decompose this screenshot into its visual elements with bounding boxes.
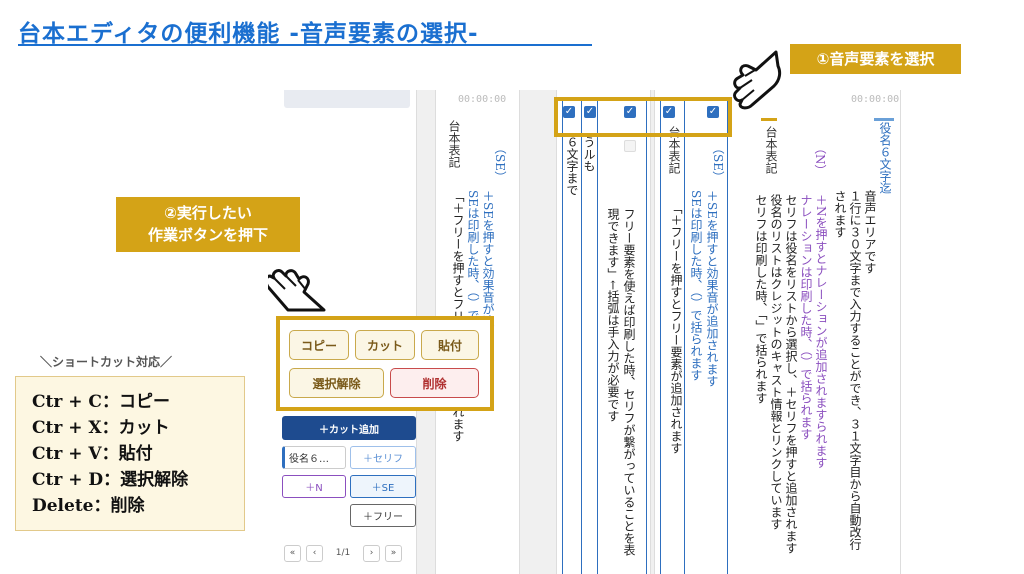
- page2-limit[interactable]: ６文字まで: [564, 136, 579, 196]
- add-free-button[interactable]: ＋フリー: [350, 504, 416, 527]
- page2-free-2[interactable]: 現できます」←括弧は手入力が必要です: [605, 208, 620, 422]
- page1-se-tag[interactable]: （SE）: [492, 142, 507, 183]
- page3-free-desc[interactable]: 「＋フリーを押すとフリー要素が追加されます: [668, 202, 683, 454]
- shortcut-item: Ctr + X：カット: [32, 418, 170, 438]
- role-select[interactable]: 役名６…: [282, 446, 346, 469]
- script-page-3: 00:00:00 ✓ ✓ 台本表記 （SE） ＋SEを押すと効果音が追加されます…: [654, 90, 901, 574]
- pagination: « ‹ 1/1 › »: [284, 542, 412, 564]
- shortcut-item: Ctr + V：貼付: [32, 444, 153, 464]
- step2-line2: 作業ボタンを押下: [147, 226, 268, 244]
- next-page-button[interactable]: ›: [363, 544, 380, 562]
- page3-role-name[interactable]: 役名６文字迄: [877, 122, 892, 194]
- page3-se-tag[interactable]: （SE）: [710, 142, 725, 183]
- unchecked-checkbox-icon[interactable]: [624, 140, 636, 152]
- page3-narration-print[interactable]: ナレーションは印刷した時、（）で括られます: [798, 194, 813, 440]
- page-indicator: 1/1: [335, 548, 351, 558]
- action-buttons-panel: コピー カット 貼付 選択解除 削除: [276, 316, 494, 411]
- cut-button[interactable]: カット: [355, 330, 415, 360]
- title-underline: [18, 44, 592, 46]
- copy-button[interactable]: コピー: [289, 330, 349, 360]
- page3-serif-desc[interactable]: セリフは役名をリストから選択し、＋セリフを押すと追加されます: [783, 194, 798, 554]
- pointing-hand-icon: [268, 269, 326, 312]
- add-cut-button[interactable]: ＋カット追加: [282, 416, 416, 440]
- deselect-button[interactable]: 選択解除: [289, 368, 384, 398]
- page-timecode: 00:00:00: [851, 94, 900, 105]
- shortcut-item: Ctr + D：選択解除: [32, 470, 189, 490]
- step2-callout: ②実行したい 作業ボタンを押下: [116, 197, 300, 252]
- shortcut-heading: ＼ショートカット対応／: [40, 355, 173, 369]
- page3-se-desc2[interactable]: SEは印刷した時、（）で括られます: [688, 190, 703, 381]
- paste-button[interactable]: 貼付: [421, 330, 479, 360]
- delete-button[interactable]: 削除: [390, 368, 479, 398]
- prev-page-button[interactable]: ‹: [306, 544, 323, 562]
- checkbox-highlight: [554, 97, 732, 137]
- sidebar-top-bar: [284, 90, 410, 108]
- add-narration-button[interactable]: ＋N: [282, 475, 346, 498]
- page3-se-desc1[interactable]: ＋SEを押すと効果音が追加されます: [704, 190, 719, 387]
- page3-n-tag[interactable]: （N）: [812, 142, 827, 177]
- page2-free-1[interactable]: フリー要素を使えば印刷した時、セリフが繋がっていることを表: [621, 208, 636, 556]
- page1-label: 台本表記: [447, 120, 461, 168]
- page2-shiru[interactable]: うルも: [581, 136, 596, 172]
- page-timecode: 00:00:00: [458, 94, 507, 105]
- page3-auto-break[interactable]: されます: [832, 190, 847, 238]
- step1-callout: ①音声要素を選択: [790, 44, 961, 74]
- first-page-button[interactable]: «: [284, 544, 301, 562]
- page3-n-desc[interactable]: ＋Nを押すとナレーションが追加されますられます: [813, 194, 828, 469]
- page3-role-list[interactable]: 役名のリストはクレジットのキャスト情報とリンクしています: [768, 194, 783, 530]
- script-page-2: ✓ ✓ ✓ ６文字まで うルも フリー要素を使えば印刷した時、セリフが繋がってい…: [556, 90, 651, 574]
- page3-label-b[interactable]: 台本表記: [763, 126, 778, 174]
- page3-audio-area[interactable]: 音声エリアです: [862, 190, 877, 274]
- shortcut-item: Delete：削除: [32, 496, 145, 516]
- shortcut-item: Ctr + C：コピー: [32, 392, 170, 412]
- add-se-button[interactable]: ＋SE: [350, 475, 416, 498]
- step2-line1: ②実行したい: [164, 204, 252, 222]
- page-title: 台本エディタの便利機能 -音声要素の選択-: [18, 21, 479, 47]
- page3-serif-print[interactable]: セリフは印刷した時、「」で括られます: [753, 194, 768, 404]
- add-serif-button[interactable]: ＋セリフ: [350, 446, 416, 469]
- pointing-hand-icon: [733, 50, 782, 110]
- page3-audio-desc[interactable]: １行に３０文字まで入力することができ、３１文字目から自動改行: [847, 190, 862, 550]
- last-page-button[interactable]: »: [385, 544, 402, 562]
- shortcut-list: Ctr + C：コピー Ctr + X：カット Ctr + V：貼付 Ctr +…: [15, 376, 245, 531]
